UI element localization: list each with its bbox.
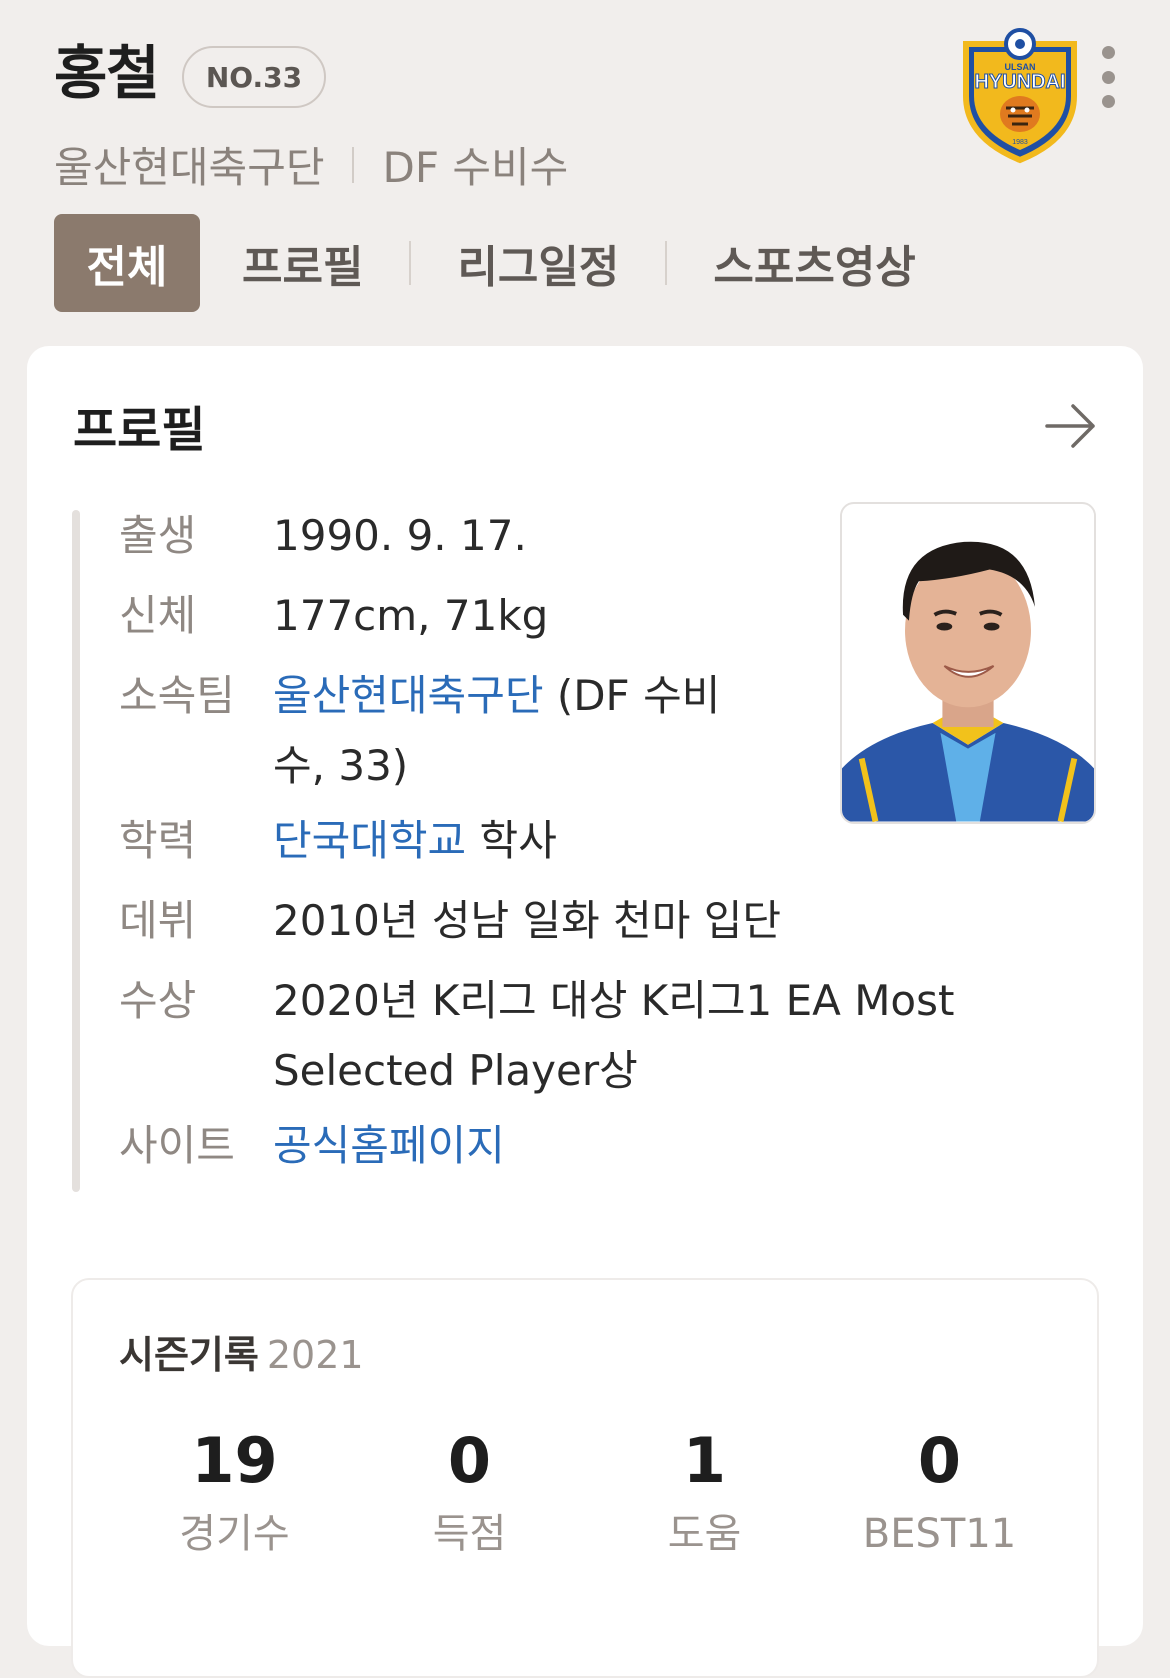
tab-league-schedule[interactable]: 리그일정 xyxy=(457,231,619,295)
stat-value: 0 xyxy=(447,1424,492,1497)
school-link[interactable]: 단국대학교 xyxy=(273,816,466,865)
season-stats-row: 19 경기수 0 득점 1 도움 0 BEST11 xyxy=(117,1426,1057,1564)
team-logo[interactable]: ULSAN HYUNDAI 1983 xyxy=(960,26,1080,164)
stat-goals: 0 득점 xyxy=(352,1426,587,1564)
info-row-site: 사이트 공식홈페이지 xyxy=(119,1106,1019,1186)
site-label: 사이트 xyxy=(119,1121,235,1170)
education-value: 단국대학교 학사 xyxy=(273,801,557,881)
player-number-badge: NO.33 xyxy=(182,46,326,108)
tab-sports-video[interactable]: 스포츠영상 xyxy=(713,231,915,295)
body-value: 177cm, 71kg xyxy=(273,591,549,640)
logo-text: HYUNDAI xyxy=(974,71,1065,93)
player-header: 홍철 NO.33 울산현대축구단 DF 수비수 ULSAN HYUNDAI 19… xyxy=(0,0,1170,330)
stat-value: 0 xyxy=(917,1424,962,1497)
award-label: 수상 xyxy=(119,976,197,1025)
player-name: 홍철 xyxy=(54,39,160,107)
stat-assists: 1 도움 xyxy=(587,1426,822,1564)
team-label: 소속팀 xyxy=(119,671,235,720)
tab-all[interactable]: 전체 xyxy=(54,214,200,312)
profile-card: 프로필 출생 1990. 9. 17. 신체 177cm, 71kg 소속팀 울… xyxy=(27,346,1143,1678)
debut-value: 2010년 성남 일화 천마 입단 xyxy=(273,896,782,945)
season-stats-title: 시즌기록 2021 xyxy=(119,1324,364,1379)
official-site-link[interactable]: 공식홈페이지 xyxy=(273,1121,505,1170)
team-link[interactable]: 울산현대축구단 xyxy=(273,671,543,720)
stat-label: BEST11 xyxy=(862,1511,1017,1557)
birth-label: 출생 xyxy=(119,511,197,560)
site-value: 공식홈페이지 xyxy=(273,1106,505,1186)
stat-label: 경기수 xyxy=(179,1511,290,1557)
education-label: 학력 xyxy=(119,816,197,865)
stat-value: 19 xyxy=(191,1424,278,1497)
tab-bar: 전체 프로필 리그일정 스포츠영상 xyxy=(54,214,916,312)
season-stats-card[interactable]: 시즌기록 2021 19 경기수 0 득점 1 도움 0 BEST11 xyxy=(71,1278,1099,1678)
more-options-icon[interactable] xyxy=(1094,46,1122,108)
player-subline: 울산현대축구단 DF 수비수 xyxy=(54,134,568,195)
stat-label: 도움 xyxy=(667,1511,742,1557)
arrow-right-icon[interactable] xyxy=(1043,398,1099,454)
profile-title: 프로필 xyxy=(73,402,206,458)
logo-year: 1983 xyxy=(1012,139,1028,146)
debut-label: 데뷔 xyxy=(119,896,197,945)
info-accent-bar xyxy=(72,510,80,1192)
body-label: 신체 xyxy=(119,591,197,640)
season-year: 2021 xyxy=(266,1333,364,1377)
season-title-text: 시즌기록 xyxy=(119,1333,259,1377)
stat-label: 득점 xyxy=(432,1511,507,1557)
divider xyxy=(352,146,355,183)
award-value: 2020년 K리그 대상 K리그1 EA Most Selected Playe… xyxy=(273,976,955,1095)
team-name[interactable]: 울산현대축구단 xyxy=(54,134,324,195)
info-row-award: 수상 2020년 K리그 대상 K리그1 EA Most Selected Pl… xyxy=(119,961,1019,1106)
player-position: DF 수비수 xyxy=(382,143,569,192)
tab-divider xyxy=(665,241,668,285)
tab-profile[interactable]: 프로필 xyxy=(242,231,363,295)
info-row-debut: 데뷔 2010년 성남 일화 천마 입단 xyxy=(119,881,1019,961)
education-degree: 학사 xyxy=(466,816,557,865)
tab-divider xyxy=(409,241,412,285)
team-value: 울산현대축구단 (DF 수비수, 33) xyxy=(273,656,763,801)
stat-games: 19 경기수 xyxy=(117,1426,352,1564)
stat-best11: 0 BEST11 xyxy=(822,1426,1057,1564)
player-photo[interactable] xyxy=(840,502,1096,824)
birth-value: 1990. 9. 17. xyxy=(273,511,527,560)
stat-value: 1 xyxy=(682,1424,727,1497)
